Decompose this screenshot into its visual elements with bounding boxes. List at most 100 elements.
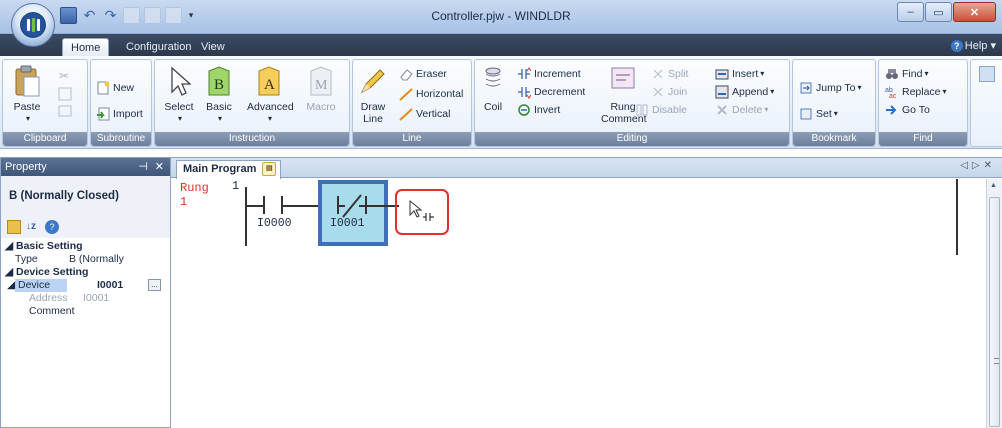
vertical-line-button[interactable]: Vertical xyxy=(399,106,450,122)
categorized-icon[interactable] xyxy=(7,220,21,234)
disable-button[interactable]: Disable xyxy=(635,102,687,118)
insert-contact-cursor-icon xyxy=(409,199,434,221)
advanced-instruction-button[interactable]: A Advanced ▾ xyxy=(247,64,294,125)
split-button[interactable]: Split xyxy=(651,66,688,82)
clipboard-group-label: Clipboard xyxy=(3,132,87,146)
split-icon xyxy=(653,69,663,79)
collapse-icon: ◢ xyxy=(5,266,16,278)
macro-label: Macro xyxy=(306,101,336,113)
import-button[interactable]: Import xyxy=(96,106,143,122)
select-button[interactable]: Select ▾ xyxy=(157,64,201,125)
close-document-icon[interactable]: ✕ xyxy=(984,160,996,171)
jump-to-icon xyxy=(800,82,812,94)
decrement-icon xyxy=(518,87,531,99)
property-panel: Property ⊣ ✕ B (Normally Closed) ↓z ? ◢ … xyxy=(0,157,171,428)
comment-key: Comment xyxy=(29,305,75,317)
device-value[interactable]: I0001 xyxy=(97,279,123,292)
decrement-button[interactable]: Decrement xyxy=(517,84,585,100)
invert-button[interactable]: Invert xyxy=(517,102,560,118)
contact-device-label[interactable]: I0000 xyxy=(257,217,292,230)
paste-button[interactable]: Paste ▾ xyxy=(5,64,49,125)
new-subroutine-button[interactable]: New xyxy=(96,80,134,96)
bookmark-icon xyxy=(800,108,812,120)
draw-line-button[interactable]: Draw Line xyxy=(353,64,393,125)
increment-button[interactable]: Increment xyxy=(517,66,581,82)
vertical-line-icon xyxy=(399,108,413,121)
windldr-logo-icon xyxy=(20,12,46,38)
sort-alphabetical-icon[interactable]: ↓z xyxy=(26,220,40,234)
application-menu-button[interactable] xyxy=(11,3,55,47)
property-category-basic[interactable]: ◢ Basic Setting xyxy=(1,240,170,253)
basic-instruction-button[interactable]: B Basic ▾ xyxy=(197,64,241,125)
insert-button[interactable]: Insert ▾ xyxy=(715,66,764,82)
normally-closed-contact-icon xyxy=(339,194,365,218)
svg-text:ac: ac xyxy=(889,93,897,99)
split-label: Split xyxy=(668,68,689,80)
property-category-device[interactable]: ◢ Device Setting xyxy=(1,266,170,279)
coil-icon xyxy=(478,64,508,98)
basic-label: Basic xyxy=(206,101,232,113)
main-program-label: Main Program xyxy=(183,163,257,175)
jump-to-button[interactable]: Jump To ▾ xyxy=(799,80,862,96)
new-label: New xyxy=(113,82,135,94)
scroll-thumb[interactable] xyxy=(989,197,1000,427)
tab-main-program[interactable]: Main Program ▤ xyxy=(176,160,282,179)
device-browse-button[interactable]: ... xyxy=(148,279,161,291)
vertical-scrollbar[interactable]: ▲ xyxy=(986,179,1002,428)
minimize-button[interactable]: – xyxy=(897,2,924,22)
right-power-rail xyxy=(956,179,958,255)
window-controls: – ▭ ✕ xyxy=(897,2,996,22)
property-row-device[interactable]: ◢ Device I0001 ... xyxy=(1,279,170,292)
window-title: Controller.pjw - WINDLDR xyxy=(431,9,571,23)
tab-view[interactable]: View xyxy=(193,38,233,56)
append-label: Append xyxy=(732,86,769,98)
tab-navigation: ◁▷✕ xyxy=(960,160,996,171)
append-button[interactable]: Append ▾ xyxy=(715,84,774,100)
property-row-comment[interactable]: Comment xyxy=(1,305,170,318)
coil-label: Coil xyxy=(483,101,503,113)
select-label: Select xyxy=(164,101,194,113)
tab-configuration[interactable]: Configuration xyxy=(118,38,199,56)
paste-label: Paste xyxy=(13,101,41,113)
replace-icon: abac xyxy=(885,87,897,99)
group-find: Find ▾ ab ac Replace ▾ Go To Find xyxy=(878,59,968,147)
new-icon xyxy=(97,81,110,95)
contact-device-label[interactable]: I0001 xyxy=(330,217,365,230)
close-panel-icon[interactable]: ✕ xyxy=(155,158,164,176)
tab-scroll-left-icon[interactable]: ◁ xyxy=(960,160,972,171)
collapse-icon: ◢ xyxy=(7,279,18,291)
ladder-canvas[interactable]: Rung 1 1 I0000 I0001 xyxy=(171,179,986,428)
maximize-button[interactable]: ▭ xyxy=(925,2,952,22)
find-button[interactable]: Find ▾ xyxy=(885,66,928,82)
scroll-up-icon[interactable]: ▲ xyxy=(990,182,997,189)
instruction-group-label: Instruction xyxy=(155,132,349,146)
help-button[interactable]: ? Help ▾ xyxy=(950,39,996,52)
program-tab-icon: ▤ xyxy=(262,162,277,176)
property-info-icon[interactable]: ? xyxy=(45,220,59,234)
property-row-type[interactable]: Type B (Normally xyxy=(1,253,170,266)
delete-button[interactable]: Delete ▾ xyxy=(715,102,768,118)
import-label: Import xyxy=(113,108,143,120)
set-label: Set xyxy=(816,108,832,120)
replace-button[interactable]: ab ac Replace ▾ xyxy=(885,84,947,100)
coil-button[interactable]: Coil xyxy=(475,64,511,113)
tab-home[interactable]: Home xyxy=(62,38,110,56)
join-button[interactable]: Join xyxy=(651,84,687,100)
property-toolbar: ↓z ? xyxy=(1,216,170,238)
horizontal-line-button[interactable]: Horizontal xyxy=(399,86,463,102)
pin-icon[interactable]: ⊣ xyxy=(138,158,148,176)
go-to-button[interactable]: Go To xyxy=(885,102,930,118)
close-button[interactable]: ✕ xyxy=(953,2,996,22)
macro-instruction-button[interactable]: M Macro xyxy=(299,64,343,113)
set-bookmark-button[interactable]: Set ▾ xyxy=(799,106,838,122)
eraser-button[interactable]: Eraser xyxy=(399,66,447,82)
property-panel-title: Property xyxy=(5,161,47,173)
go-to-arrow-icon xyxy=(886,105,897,115)
grip-icon xyxy=(994,358,999,364)
truncated-icon xyxy=(979,66,995,82)
find-label: Find xyxy=(902,68,923,80)
disable-icon xyxy=(636,104,648,116)
address-value: I0001 xyxy=(83,292,110,304)
join-label: Join xyxy=(668,86,688,98)
tab-scroll-right-icon[interactable]: ▷ xyxy=(972,160,984,171)
